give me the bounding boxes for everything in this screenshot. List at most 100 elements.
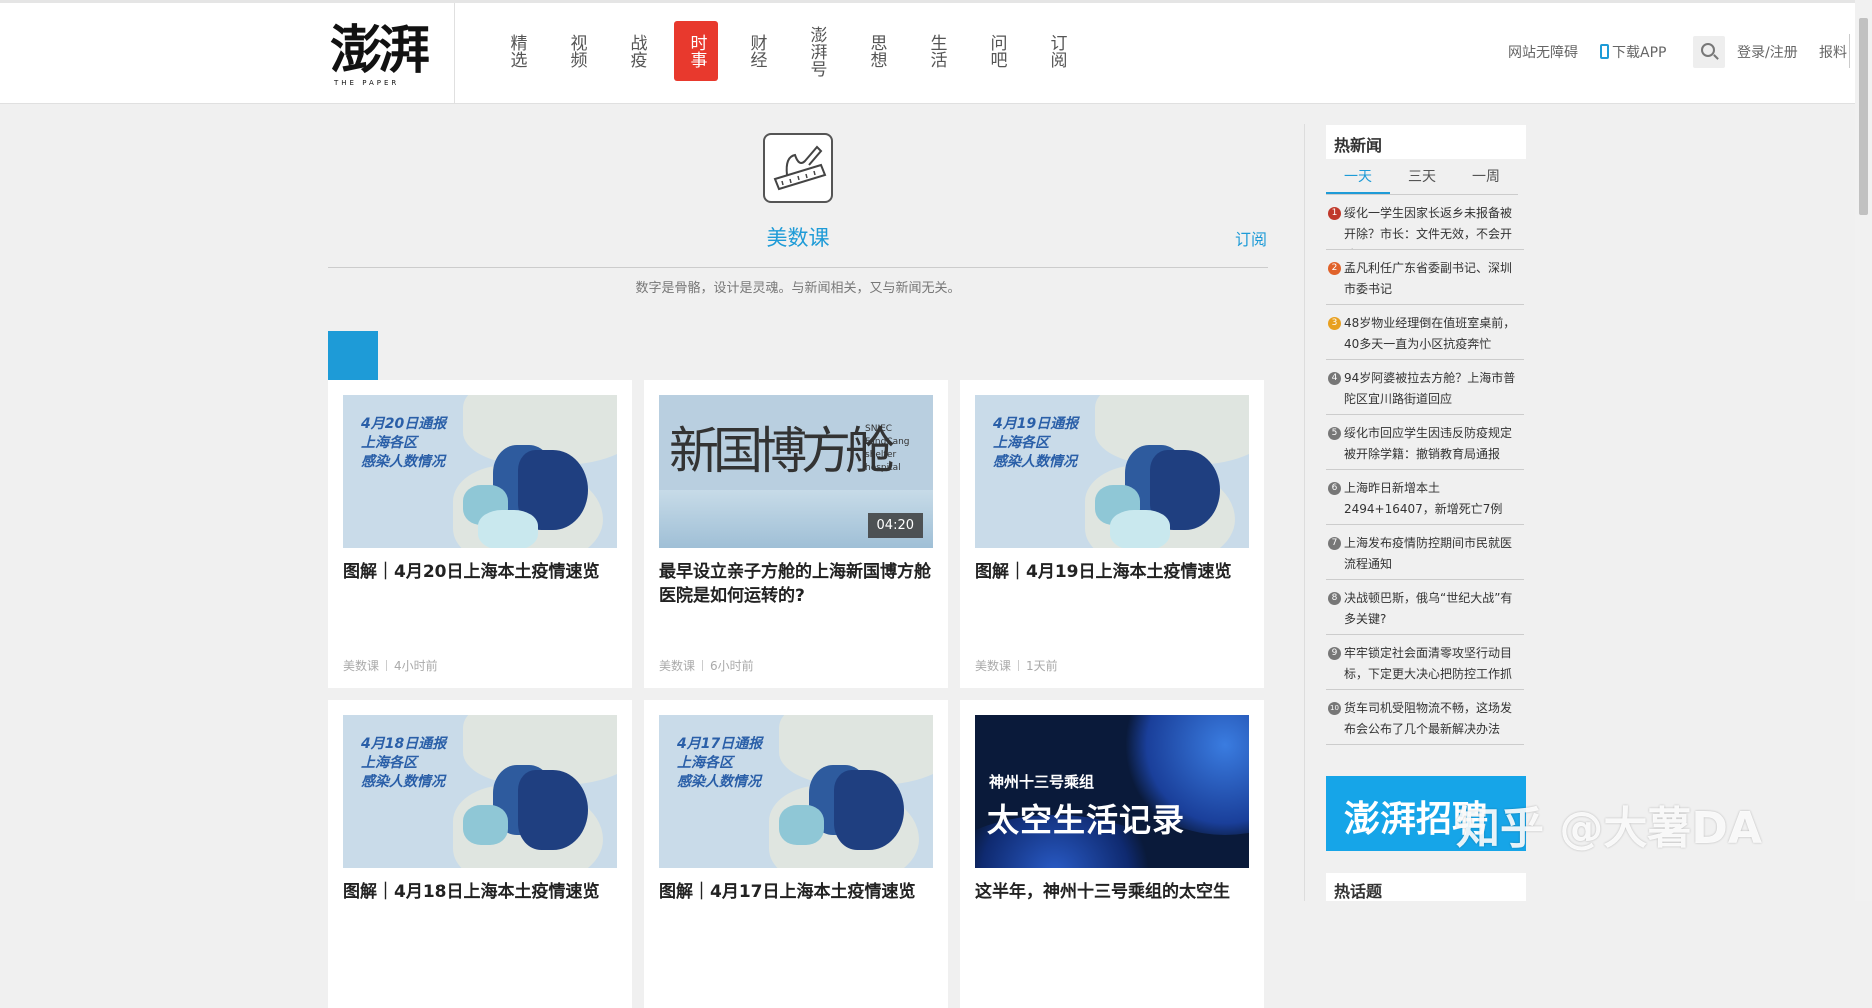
thumbnail-subtitle: 神州十三号乘组 [989,773,1095,791]
article-thumbnail[interactable]: 4月20日通报 上海各区 感染人数情况 [343,395,617,548]
article-title[interactable]: 这半年，神州十三号乘组的太空生 [975,880,1249,904]
caption-line: 上海各区 [361,755,417,771]
caption-line: 感染人数情况 [361,454,445,470]
nav-item-pengpai-hao[interactable]: 澎湃号 [794,21,838,81]
nav-item-thought[interactable]: 思想 [854,21,898,81]
hot-news-item[interactable]: 9 牢牢锁定社会面清零攻坚行动目标，下定更大决心把防控工作抓 [1326,635,1524,690]
hot-news-item[interactable]: 8 决战顿巴斯，俄乌“世纪大战”有多关键? [1326,580,1524,635]
sidebar-divider [1304,124,1305,901]
video-duration: 04:20 [867,513,923,538]
subtitle-line: shelter [865,450,897,460]
column-ruler-icon [763,133,833,203]
column-description: 数字是骨骼，设计是灵魂。与新闻相关，又与新闻无关。 [635,281,961,296]
article-title[interactable]: 图解｜4月20日上海本土疫情速览 [343,560,617,584]
hot-news-panel: 热新闻 一天 三天 一周 1 绥化一学生因家长返乡未报备被开除？市长：文件无效，不… [1326,125,1526,745]
article-thumbnail[interactable]: 4月17日通报 上海各区 感染人数情况 [659,715,933,868]
nav-item-life[interactable]: 生活 [914,21,958,81]
caption-line: 感染人数情况 [361,774,445,790]
hot-news-title: 热新闻 [1326,125,1526,159]
hot-news-text: 牢牢锁定社会面清零攻坚行动目标，下定更大决心把防控工作抓 [1344,646,1513,681]
hot-news-item[interactable]: 2 孟凡利任广东省委副书记、深圳市委书记 [1326,250,1524,305]
caption-line: 上海各区 [993,435,1049,451]
nav-item-ask[interactable]: 问吧 [974,21,1018,81]
thumbnail-title: 新国博方舱 [669,422,895,480]
nav-item-subscribe[interactable]: 订阅 [1034,21,1078,81]
rank-badge: 9 [1328,647,1341,660]
tab-one-day[interactable]: 一天 [1326,159,1390,194]
hot-news-item[interactable]: 7 上海发布疫情防控期间市民就医流程通知 [1326,525,1524,580]
nav-item-finance[interactable]: 财经 [734,21,778,81]
thumbnail-caption: 4月20日通报 上海各区 感染人数情况 [361,415,446,472]
video-thumbnail[interactable]: 新国博方舱 SNIEC FangCang shelter hospital 04… [659,395,933,548]
article-card[interactable]: 新国博方舱 SNIEC FangCang shelter hospital 04… [644,380,948,688]
article-meta: 美数课 6小时前 [659,657,754,674]
hot-news-text: 94岁阿婆被拉去方舱？上海市普陀区宜川路街道回应 [1344,371,1516,406]
caption-line: 感染人数情况 [677,774,761,790]
rank-badge: 8 [1328,592,1341,605]
article-source[interactable]: 美数课 [659,659,695,673]
column-divider [328,267,1268,268]
hot-news-item[interactable]: 6 上海昨日新增本土2494+16407，新增死亡7例 [1326,470,1524,525]
subtitle-line: SNIEC [865,424,893,434]
article-title[interactable]: 图解｜4月17日上海本土疫情速览 [659,880,933,904]
subscribe-button[interactable]: 订阅 [1235,226,1267,250]
rank-badge: 7 [1328,537,1341,550]
tab-one-week[interactable]: 一周 [1454,159,1518,194]
map-district [834,770,904,850]
thumbnail-subtitle: SNIEC FangCang shelter hospital [865,423,910,475]
article-title[interactable]: 最早设立亲子方舱的上海新国博方舱医院是如何运转的? [659,560,933,608]
article-time: 1天前 [1026,659,1058,673]
search-button[interactable] [1693,36,1725,68]
nav-item-epidemic[interactable]: 战疫 [614,21,658,81]
logo-divider [454,3,455,104]
hot-news-text: 绥化一学生因家长返乡未报备被开除？市长：文件无效，不会开除 [1344,206,1513,249]
article-card[interactable]: 4月18日通报 上海各区 感染人数情况 图解｜4月18日上海本土疫情速览 [328,700,632,1008]
tab-three-days[interactable]: 三天 [1390,159,1454,194]
hot-news-item[interactable]: 4 94岁阿婆被拉去方舱？上海市普陀区宜川路街道回应 [1326,360,1524,415]
scrollbar-thumb[interactable] [1859,18,1868,215]
login-register-link[interactable]: 登录/注册 [1737,42,1798,62]
caption-line: 4月18日通报 [361,736,447,752]
article-source[interactable]: 美数课 [975,659,1011,673]
thumbnail-caption: 4月17日通报 上海各区 感染人数情况 [677,735,762,792]
hot-news-item[interactable]: 10 货车司机受阻物流不畅，这场发布会公布了几个最新解决办法 [1326,690,1524,745]
hot-news-item[interactable]: 3 48岁物业经理倒在值班室桌前，40多天一直为小区抗疫奔忙 [1326,305,1524,360]
nav-item-selected[interactable]: 精选 [494,21,538,81]
article-source[interactable]: 美数课 [343,659,379,673]
rank-badge: 6 [1328,482,1341,495]
hot-news-text: 货车司机受阻物流不畅，这场发布会公布了几个最新解决办法 [1344,701,1513,736]
caption-line: 4月20日通报 [361,416,447,432]
report-link[interactable]: 报料 [1819,42,1847,62]
article-thumbnail[interactable]: 4月18日通报 上海各区 感染人数情况 [343,715,617,868]
header-divider [1849,34,1850,68]
download-app-link[interactable]: 下载APP [1600,42,1666,62]
article-card[interactable]: 4月20日通报 上海各区 感染人数情况 图解｜4月20日上海本土疫情速览 美数课… [328,380,632,688]
meta-divider [702,660,704,671]
article-title[interactable]: 图解｜4月18日上海本土疫情速览 [343,880,617,904]
hot-topic-title: 热话题 [1326,873,1526,901]
rank-badge: 3 [1328,317,1341,330]
hot-news-item[interactable]: 5 绥化市回应学生因违反防疫规定被开除学籍：撤销教育局通报 [1326,415,1524,470]
article-time: 6小时前 [710,659,754,673]
map-district [463,805,508,845]
thumbnail-caption: 4月18日通报 上海各区 感染人数情况 [361,735,446,792]
accessibility-link[interactable]: 网站无障碍 [1508,42,1578,62]
nav-item-current-affairs[interactable]: 时事 [674,21,718,81]
hot-news-tabs: 一天 三天 一周 [1326,159,1518,195]
nav-item-video[interactable]: 视频 [554,21,598,81]
phone-icon [1600,44,1609,59]
article-meta: 美数课 4小时前 [343,657,438,674]
article-card[interactable]: 4月19日通报 上海各区 感染人数情况 图解｜4月19日上海本土疫情速览 美数课… [960,380,1264,688]
hot-news-text: 孟凡利任广东省委副书记、深圳市委书记 [1344,261,1513,296]
hot-news-text: 48岁物业经理倒在值班室桌前，40多天一直为小区抗疫奔忙 [1344,316,1516,351]
article-thumbnail[interactable]: 4月19日通报 上海各区 感染人数情况 [975,395,1249,548]
article-thumbnail[interactable]: 神州十三号乘组 太空生活记录 [975,715,1249,868]
article-card[interactable]: 4月17日通报 上海各区 感染人数情况 图解｜4月17日上海本土疫情速览 [644,700,948,1008]
hot-news-item[interactable]: 1绥化一学生因家长返乡未报备被开除？市长：文件无效，不会开除 [1326,195,1524,250]
site-logo[interactable]: 澎湃 THE PAPER [330,23,440,88]
page-scrollbar[interactable] [1855,0,1872,901]
hot-news-text: 绥化市回应学生因违反防疫规定被开除学籍：撤销教育局通报 [1344,426,1513,461]
article-title[interactable]: 图解｜4月19日上海本土疫情速览 [975,560,1249,584]
caption-line: 感染人数情况 [993,454,1077,470]
article-card[interactable]: 神州十三号乘组 太空生活记录 这半年，神州十三号乘组的太空生 [960,700,1264,1008]
